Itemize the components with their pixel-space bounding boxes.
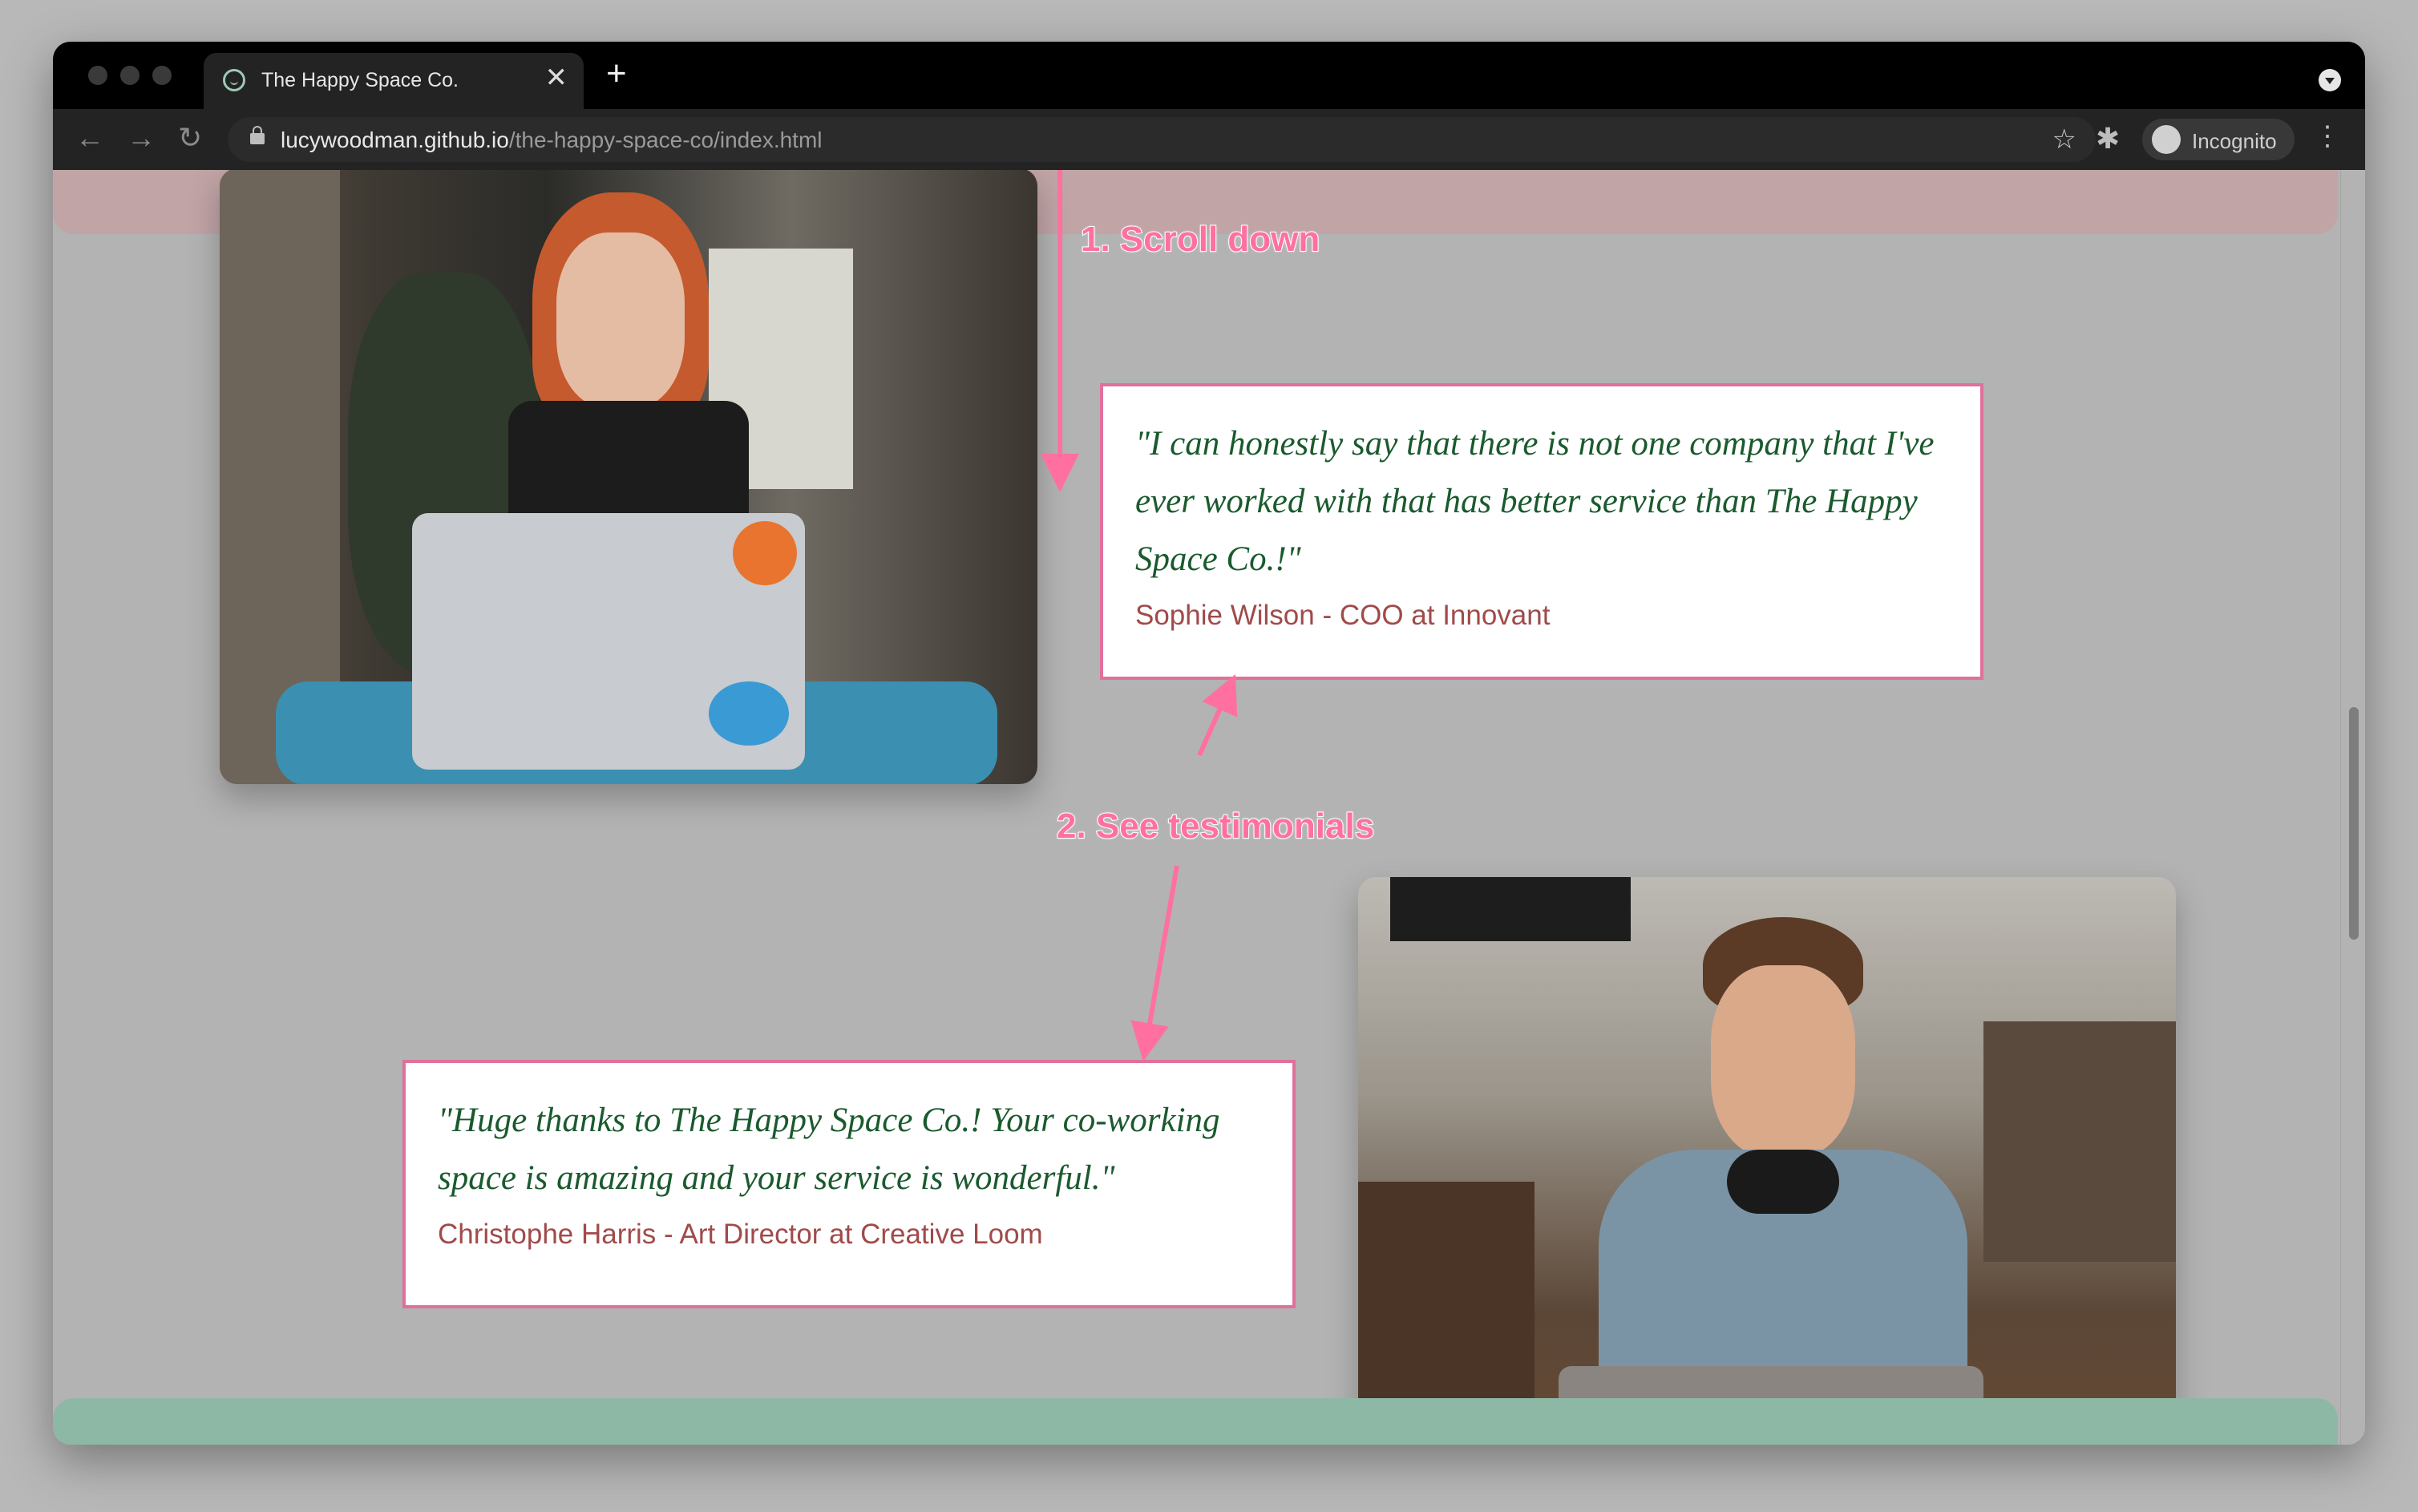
page-scrollbar[interactable] — [2340, 170, 2365, 1445]
extensions-icon[interactable]: ✱ — [2096, 122, 2120, 156]
menu-icon[interactable]: ⋮ — [2314, 120, 2341, 152]
incognito-icon — [2152, 125, 2181, 154]
address-bar[interactable]: lucywoodman.github.io/the-happy-space-co… — [228, 117, 2096, 162]
testimonial-card: "Huge thanks to The Happy Space Co.! You… — [402, 1060, 1296, 1308]
zoom-window-dot[interactable] — [152, 66, 172, 85]
testimonial-card: "I can honestly say that there is not on… — [1100, 383, 1983, 680]
testimonial-down-arrow — [1130, 865, 1179, 1061]
url-path: /the-happy-space-co/index.html — [508, 127, 823, 152]
minimize-window-dot[interactable] — [120, 66, 140, 85]
forward-icon[interactable]: → — [127, 122, 156, 154]
testimonial-quote: "Huge thanks to The Happy Space Co.! You… — [438, 1102, 1220, 1197]
url-host: lucywoodman.github.io — [281, 127, 509, 152]
browser-window: The Happy Space Co. ✕ + ← → ↻ lucywoodma… — [53, 42, 2365, 1445]
reload-icon[interactable]: ↻ — [178, 122, 202, 154]
new-tab-icon[interactable]: + — [606, 56, 627, 91]
scrollbar-thumb[interactable] — [2349, 707, 2359, 940]
testimonial-quote: "I can honestly say that there is not on… — [1135, 425, 1935, 578]
testimonial-author: Sophie Wilson - COO at Innovant — [1135, 600, 1551, 631]
incognito-badge[interactable]: Incognito — [2142, 119, 2295, 160]
incognito-label: Incognito — [2192, 129, 2277, 153]
testimonial-up-arrow — [1197, 674, 1238, 757]
active-tab[interactable]: The Happy Space Co. ✕ — [204, 53, 584, 109]
testimonial-author: Christophe Harris - Art Director at Crea… — [438, 1219, 1043, 1250]
browser-toolbar: ← → ↻ lucywoodman.github.io/the-happy-sp… — [53, 109, 2365, 170]
annotation-step-2: 2. See testimonials — [1056, 806, 1375, 847]
tab-bar: The Happy Space Co. ✕ + — [53, 42, 2365, 109]
tab-close-icon[interactable]: ✕ — [545, 64, 568, 91]
tab-title: The Happy Space Co. — [261, 69, 459, 91]
star-icon[interactable]: ☆ — [2052, 123, 2076, 156]
back-icon[interactable]: ← — [75, 122, 104, 154]
close-window-dot[interactable] — [88, 66, 107, 85]
woman-laptop-photo — [220, 170, 1037, 784]
man-phone-photo — [1358, 877, 2176, 1445]
page-viewport[interactable]: "I can honestly say that there is not on… — [53, 170, 2365, 1445]
url-text: lucywoodman.github.io/the-happy-space-co… — [281, 127, 823, 153]
tab-search-icon[interactable] — [2319, 69, 2341, 91]
lock-icon[interactable] — [250, 126, 265, 144]
site-footer-band — [53, 1398, 2338, 1445]
annotation-step-1: 1. Scroll down — [1080, 219, 1320, 260]
smiley-favicon-icon — [223, 69, 245, 91]
